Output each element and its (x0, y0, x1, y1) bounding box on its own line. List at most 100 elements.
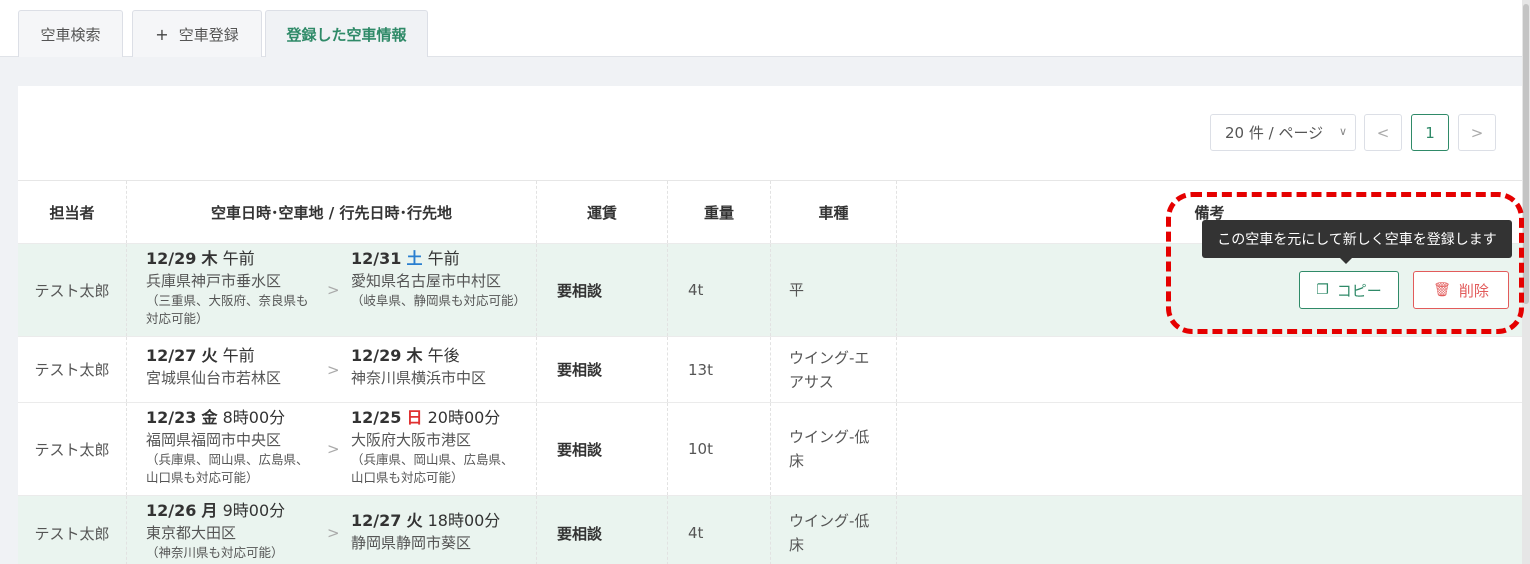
arrow-right-icon: > (327, 281, 340, 299)
vehicle-cell: ウイング-低床 (771, 403, 897, 495)
page-size-label: 20 件 / ページ (1225, 124, 1324, 142)
tab-vehicle-register[interactable]: + 空車登録 (132, 10, 262, 57)
origin-date: 12/27 (146, 346, 197, 365)
dest-weekday: 日 (406, 408, 423, 427)
page-number: 1 (1425, 123, 1435, 142)
owner-cell: テスト太郎 (18, 337, 127, 402)
remarks-cell (897, 403, 1522, 495)
remarks-cell (897, 337, 1522, 402)
copy-label: コピー (1336, 281, 1382, 300)
delete-label: 削除 (1458, 281, 1489, 300)
plus-icon: + (155, 24, 169, 44)
origin-note: （三重県、大阪府、奈良県も対応可能） (146, 293, 309, 326)
dest-date: 12/25 (351, 408, 402, 427)
fare-cell: 要相談 (537, 244, 668, 336)
weight-cell: 4t (668, 244, 771, 336)
vehicle-cell: ウイング-エアサス (771, 337, 897, 402)
origin-weekday: 月 (201, 501, 218, 520)
dest-date: 12/29 (351, 346, 402, 365)
origin: 12/29 木 午前 兵庫県神戸市垂水区 （三重県、大阪府、奈良県も対応可能） (146, 248, 316, 328)
destination: 12/29 木 午後 神奈川県横浜市中区 (351, 345, 521, 389)
origin-place: 福岡県福岡市中央区 (146, 431, 282, 449)
origin-weekday: 火 (201, 346, 218, 365)
dest-time: 午後 (427, 346, 460, 365)
fare-cell: 要相談 (537, 496, 668, 564)
origin-place: 兵庫県神戸市垂水区 (146, 272, 282, 290)
vehicle-type: ウイング-低床 (789, 512, 870, 554)
tooltip-arrow (1340, 258, 1352, 264)
vertical-scrollbar[interactable] (1522, 0, 1530, 564)
destination: 12/25 日 20時00分 大阪府大阪市港区 （兵庫県、岡山県、広島県、山口県… (351, 407, 521, 487)
weight-cell: 4t (668, 496, 771, 564)
tab-bar: 空車検索 + 空車登録 登録した空車情報 (0, 0, 1522, 57)
dest-weekday: 火 (406, 511, 423, 530)
origin-weekday: 金 (201, 408, 218, 427)
dest-note: （兵庫県、岡山県、広島県、山口県も対応可能） (351, 452, 514, 485)
copy-button[interactable]: ❐ コピー (1299, 271, 1399, 309)
destination: 12/27 火 18時00分 静岡県静岡市葵区 (351, 510, 521, 554)
fare-cell: 要相談 (537, 403, 668, 495)
origin-date: 12/29 (146, 249, 197, 268)
copy-icon: ❐ (1316, 282, 1329, 298)
tab-label: 空車登録 (178, 25, 239, 44)
origin-weekday: 木 (201, 249, 218, 268)
origin-place: 宮城県仙台市若林区 (146, 369, 282, 387)
dest-time: 20時00分 (427, 408, 501, 427)
page-1-button[interactable]: 1 (1411, 114, 1449, 151)
route-cell: 12/27 火 午前 宮城県仙台市若林区 > 12/29 木 午後 神奈川県横浜… (127, 337, 537, 402)
trash-icon: 🗑 (1433, 282, 1451, 298)
header-owner: 担当者 (18, 181, 127, 243)
arrow-right-icon: > (327, 524, 340, 542)
vehicle-type: ウイング-エアサス (789, 348, 870, 391)
weight-cell: 10t (668, 403, 771, 495)
arrow-right-icon: > (327, 440, 340, 458)
scrollbar-thumb[interactable] (1523, 4, 1529, 304)
origin-note: （神奈川県も対応可能） (146, 545, 284, 560)
table-row[interactable]: テスト太郎 12/23 金 8時00分 福岡県福岡市中央区 （兵庫県、岡山県、広… (18, 403, 1522, 496)
table-row[interactable]: テスト太郎 12/26 月 9時00分 東京都大田区 （神奈川県も対応可能） >… (18, 496, 1522, 564)
next-page-button[interactable]: > (1458, 114, 1496, 151)
header-weight: 重量 (668, 181, 771, 243)
chevron-left-icon: < (1376, 123, 1390, 142)
vehicle-type: 平 (789, 281, 805, 299)
tab-vehicle-search[interactable]: 空車検索 (18, 10, 123, 57)
registered-vehicles-panel: 20 件 / ページ ∨ < 1 > 担当者 空車日時･空車地 / 行先日時･行… (18, 86, 1522, 564)
dest-place: 静岡県静岡市葵区 (351, 534, 472, 552)
destination: 12/31 土 午前 愛知県名古屋市中村区 （岐阜県、静岡県も対応可能） (351, 248, 527, 310)
origin-place: 東京都大田区 (146, 524, 237, 542)
vehicle-type: ウイング-低床 (789, 428, 870, 470)
origin-date: 12/23 (146, 408, 197, 427)
chevron-down-icon: ∨ (1338, 125, 1347, 138)
dest-place: 大阪府大阪市港区 (351, 431, 472, 449)
table-row[interactable]: テスト太郎 12/27 火 午前 宮城県仙台市若林区 > 12/29 木 午後 … (18, 337, 1522, 403)
origin: 12/26 月 9時00分 東京都大田区 （神奈川県も対応可能） (146, 500, 316, 562)
dest-date: 12/31 (351, 249, 402, 268)
chevron-right-icon: > (1470, 123, 1484, 142)
dest-weekday: 土 (406, 249, 423, 268)
dest-place: 愛知県名古屋市中村区 (351, 272, 502, 290)
delete-button[interactable]: 🗑 削除 (1413, 271, 1509, 309)
arrow-right-icon: > (327, 360, 340, 379)
header-fare: 運賃 (537, 181, 668, 243)
dest-time: 午前 (427, 249, 460, 268)
owner-cell: テスト太郎 (18, 403, 127, 495)
tab-registered-vehicles[interactable]: 登録した空車情報 (265, 10, 428, 57)
page-size-select[interactable]: 20 件 / ページ ∨ (1210, 114, 1356, 151)
origin: 12/23 金 8時00分 福岡県福岡市中央区 （兵庫県、岡山県、広島県、山口県… (146, 407, 316, 487)
copy-tooltip: この空車を元にして新しく空車を登録します (1202, 220, 1512, 258)
origin-time: 8時00分 (222, 408, 286, 427)
dest-date: 12/27 (351, 511, 402, 530)
route-cell: 12/23 金 8時00分 福岡県福岡市中央区 （兵庫県、岡山県、広島県、山口県… (127, 403, 537, 495)
vehicle-cell: ウイング-低床 (771, 496, 897, 564)
dest-place: 神奈川県横浜市中区 (351, 369, 487, 387)
vehicle-cell: 平 (771, 244, 897, 336)
route-cell: 12/26 月 9時00分 東京都大田区 （神奈川県も対応可能） > 12/27… (127, 496, 537, 564)
route-cell: 12/29 木 午前 兵庫県神戸市垂水区 （三重県、大阪府、奈良県も対応可能） … (127, 244, 537, 336)
dest-weekday: 木 (406, 346, 423, 365)
prev-page-button[interactable]: < (1364, 114, 1402, 151)
origin-time: 午前 (222, 249, 255, 268)
owner-cell: テスト太郎 (18, 496, 127, 564)
origin-note: （兵庫県、岡山県、広島県、山口県も対応可能） (146, 452, 309, 485)
dest-note: （岐阜県、静岡県も対応可能） (351, 293, 527, 308)
tab-label: 登録した空車情報 (286, 25, 407, 44)
